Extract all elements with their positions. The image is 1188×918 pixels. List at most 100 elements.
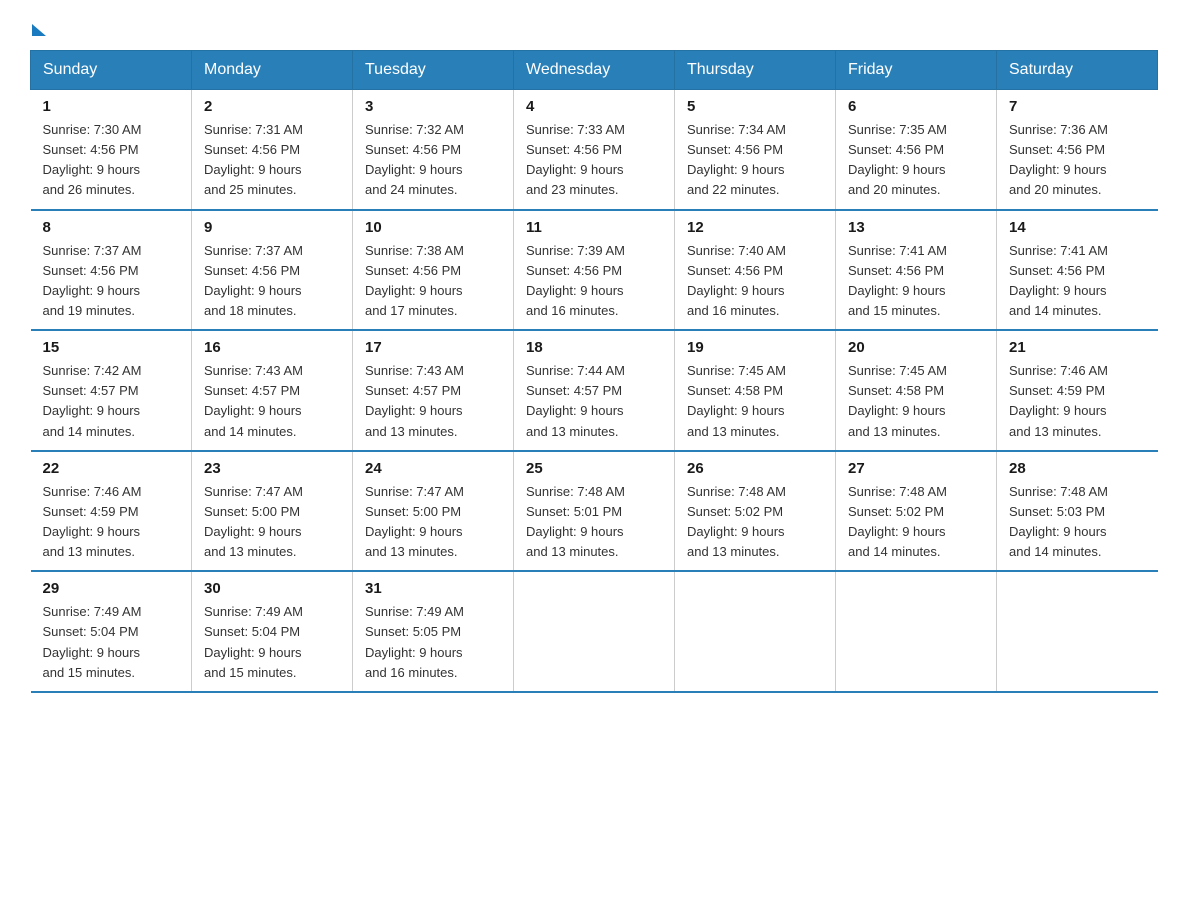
calendar-cell: 21 Sunrise: 7:46 AMSunset: 4:59 PMDayligh… xyxy=(997,330,1158,451)
day-info: Sunrise: 7:49 AMSunset: 5:04 PMDaylight:… xyxy=(204,602,340,683)
calendar-cell: 8 Sunrise: 7:37 AMSunset: 4:56 PMDaylight… xyxy=(31,210,192,331)
day-info: Sunrise: 7:30 AMSunset: 4:56 PMDaylight:… xyxy=(43,120,180,201)
calendar-cell xyxy=(997,571,1158,692)
calendar-cell: 28 Sunrise: 7:48 AMSunset: 5:03 PMDayligh… xyxy=(997,451,1158,572)
day-info: Sunrise: 7:34 AMSunset: 4:56 PMDaylight:… xyxy=(687,120,823,201)
day-number: 14 xyxy=(1009,219,1146,236)
calendar-cell: 2 Sunrise: 7:31 AMSunset: 4:56 PMDaylight… xyxy=(192,90,353,210)
day-info: Sunrise: 7:43 AMSunset: 4:57 PMDaylight:… xyxy=(365,361,501,442)
calendar-header: SundayMondayTuesdayWednesdayThursdayFrid… xyxy=(31,51,1158,90)
weekday-header-tuesday: Tuesday xyxy=(353,51,514,90)
calendar-week-row: 15Sunrise: 7:42 AMSunset: 4:57 PMDayligh… xyxy=(31,330,1158,451)
calendar-cell xyxy=(836,571,997,692)
day-info: Sunrise: 7:45 AMSunset: 4:58 PMDaylight:… xyxy=(848,361,984,442)
calendar-cell: 6Sunrise: 7:35 AMSunset: 4:56 PMDaylight… xyxy=(836,90,997,210)
day-number: 31 xyxy=(365,580,501,597)
calendar-cell: 27 Sunrise: 7:48 AMSunset: 5:02 PMDayligh… xyxy=(836,451,997,572)
day-number: 4 xyxy=(526,98,662,115)
day-number: 3 xyxy=(365,98,501,115)
calendar-cell: 25 Sunrise: 7:48 AMSunset: 5:01 PMDayligh… xyxy=(514,451,675,572)
calendar-cell: 4 Sunrise: 7:33 AMSunset: 4:56 PMDaylight… xyxy=(514,90,675,210)
weekday-header-monday: Monday xyxy=(192,51,353,90)
day-info: Sunrise: 7:45 AMSunset: 4:58 PMDaylight:… xyxy=(687,361,823,442)
day-number: 16 xyxy=(204,339,340,356)
day-number: 28 xyxy=(1009,460,1146,477)
page-header xyxy=(30,20,1158,32)
calendar-cell: 23 Sunrise: 7:47 AMSunset: 5:00 PMDayligh… xyxy=(192,451,353,572)
day-info: Sunrise: 7:47 AMSunset: 5:00 PMDaylight:… xyxy=(204,482,340,563)
calendar-table: SundayMondayTuesdayWednesdayThursdayFrid… xyxy=(30,50,1158,693)
calendar-cell: 11Sunrise: 7:39 AMSunset: 4:56 PMDayligh… xyxy=(514,210,675,331)
calendar-cell: 10 Sunrise: 7:38 AMSunset: 4:56 PMDayligh… xyxy=(353,210,514,331)
day-number: 27 xyxy=(848,460,984,477)
calendar-cell: 3Sunrise: 7:32 AMSunset: 4:56 PMDaylight… xyxy=(353,90,514,210)
day-info: Sunrise: 7:47 AMSunset: 5:00 PMDaylight:… xyxy=(365,482,501,563)
day-number: 1 xyxy=(43,98,180,115)
day-number: 21 xyxy=(1009,339,1146,356)
calendar-week-row: 29 Sunrise: 7:49 AMSunset: 5:04 PMDayligh… xyxy=(31,571,1158,692)
calendar-week-row: 8 Sunrise: 7:37 AMSunset: 4:56 PMDaylight… xyxy=(31,210,1158,331)
day-info: Sunrise: 7:48 AMSunset: 5:01 PMDaylight:… xyxy=(526,482,662,563)
day-info: Sunrise: 7:49 AMSunset: 5:04 PMDaylight:… xyxy=(43,602,180,683)
calendar-cell: 26Sunrise: 7:48 AMSunset: 5:02 PMDayligh… xyxy=(675,451,836,572)
day-number: 15 xyxy=(43,339,180,356)
day-info: Sunrise: 7:43 AMSunset: 4:57 PMDaylight:… xyxy=(204,361,340,442)
day-number: 30 xyxy=(204,580,340,597)
day-info: Sunrise: 7:31 AMSunset: 4:56 PMDaylight:… xyxy=(204,120,340,201)
weekday-header-sunday: Sunday xyxy=(31,51,192,90)
calendar-cell: 17 Sunrise: 7:43 AMSunset: 4:57 PMDayligh… xyxy=(353,330,514,451)
calendar-week-row: 1 Sunrise: 7:30 AMSunset: 4:56 PMDaylight… xyxy=(31,90,1158,210)
calendar-cell: 29 Sunrise: 7:49 AMSunset: 5:04 PMDayligh… xyxy=(31,571,192,692)
day-info: Sunrise: 7:37 AMSunset: 4:56 PMDaylight:… xyxy=(204,241,340,322)
calendar-cell: 30 Sunrise: 7:49 AMSunset: 5:04 PMDayligh… xyxy=(192,571,353,692)
calendar-cell: 20 Sunrise: 7:45 AMSunset: 4:58 PMDayligh… xyxy=(836,330,997,451)
day-number: 5 xyxy=(687,98,823,115)
calendar-cell: 19 Sunrise: 7:45 AMSunset: 4:58 PMDayligh… xyxy=(675,330,836,451)
day-info: Sunrise: 7:49 AMSunset: 5:05 PMDaylight:… xyxy=(365,602,501,683)
day-number: 10 xyxy=(365,219,501,236)
day-info: Sunrise: 7:44 AMSunset: 4:57 PMDaylight:… xyxy=(526,361,662,442)
calendar-cell: 24 Sunrise: 7:47 AMSunset: 5:00 PMDayligh… xyxy=(353,451,514,572)
day-number: 23 xyxy=(204,460,340,477)
calendar-cell xyxy=(514,571,675,692)
calendar-cell: 18Sunrise: 7:44 AMSunset: 4:57 PMDayligh… xyxy=(514,330,675,451)
day-number: 2 xyxy=(204,98,340,115)
logo-arrow-icon xyxy=(32,24,46,36)
weekday-header-saturday: Saturday xyxy=(997,51,1158,90)
day-number: 12 xyxy=(687,219,823,236)
weekday-header-row: SundayMondayTuesdayWednesdayThursdayFrid… xyxy=(31,51,1158,90)
day-info: Sunrise: 7:40 AMSunset: 4:56 PMDaylight:… xyxy=(687,241,823,322)
logo xyxy=(30,20,46,32)
day-info: Sunrise: 7:48 AMSunset: 5:02 PMDaylight:… xyxy=(848,482,984,563)
day-info: Sunrise: 7:33 AMSunset: 4:56 PMDaylight:… xyxy=(526,120,662,201)
calendar-cell: 14 Sunrise: 7:41 AMSunset: 4:56 PMDayligh… xyxy=(997,210,1158,331)
day-number: 8 xyxy=(43,219,180,236)
weekday-header-thursday: Thursday xyxy=(675,51,836,90)
day-number: 7 xyxy=(1009,98,1146,115)
day-number: 17 xyxy=(365,339,501,356)
day-info: Sunrise: 7:48 AMSunset: 5:03 PMDaylight:… xyxy=(1009,482,1146,563)
day-number: 9 xyxy=(204,219,340,236)
day-number: 22 xyxy=(43,460,180,477)
day-info: Sunrise: 7:46 AMSunset: 4:59 PMDaylight:… xyxy=(1009,361,1146,442)
day-info: Sunrise: 7:38 AMSunset: 4:56 PMDaylight:… xyxy=(365,241,501,322)
day-number: 19 xyxy=(687,339,823,356)
day-number: 25 xyxy=(526,460,662,477)
day-number: 20 xyxy=(848,339,984,356)
day-info: Sunrise: 7:41 AMSunset: 4:56 PMDaylight:… xyxy=(848,241,984,322)
calendar-cell: 12 Sunrise: 7:40 AMSunset: 4:56 PMDayligh… xyxy=(675,210,836,331)
day-info: Sunrise: 7:41 AMSunset: 4:56 PMDaylight:… xyxy=(1009,241,1146,322)
weekday-header-wednesday: Wednesday xyxy=(514,51,675,90)
day-number: 11 xyxy=(526,219,662,236)
calendar-cell: 9 Sunrise: 7:37 AMSunset: 4:56 PMDaylight… xyxy=(192,210,353,331)
day-number: 24 xyxy=(365,460,501,477)
day-number: 13 xyxy=(848,219,984,236)
day-info: Sunrise: 7:36 AMSunset: 4:56 PMDaylight:… xyxy=(1009,120,1146,201)
calendar-cell: 5 Sunrise: 7:34 AMSunset: 4:56 PMDaylight… xyxy=(675,90,836,210)
day-number: 29 xyxy=(43,580,180,597)
calendar-body: 1 Sunrise: 7:30 AMSunset: 4:56 PMDaylight… xyxy=(31,90,1158,692)
day-info: Sunrise: 7:37 AMSunset: 4:56 PMDaylight:… xyxy=(43,241,180,322)
weekday-header-friday: Friday xyxy=(836,51,997,90)
day-number: 26 xyxy=(687,460,823,477)
calendar-cell: 7 Sunrise: 7:36 AMSunset: 4:56 PMDaylight… xyxy=(997,90,1158,210)
